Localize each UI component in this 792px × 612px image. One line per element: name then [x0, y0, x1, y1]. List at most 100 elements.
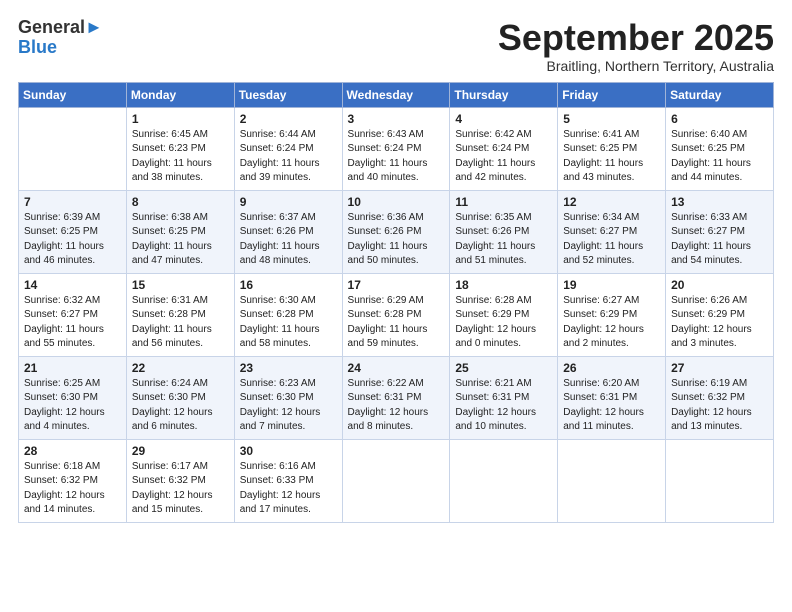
day-number: 3	[348, 112, 445, 126]
day-info: Sunrise: 6:44 AM Sunset: 6:24 PM Dayligh…	[240, 128, 337, 186]
day-info: Sunrise: 6:21 AM Sunset: 6:31 PM Dayligh…	[455, 377, 552, 435]
day-number: 22	[132, 361, 229, 375]
day-number: 6	[671, 112, 768, 126]
day-number: 11	[455, 195, 552, 209]
day-number: 16	[240, 278, 337, 292]
day-number: 26	[563, 361, 660, 375]
day-number: 17	[348, 278, 445, 292]
calendar-cell: 19 Sunrise: 6:27 AM Sunset: 6:29 PM Dayli…	[558, 273, 666, 356]
day-number: 8	[132, 195, 229, 209]
day-info: Sunrise: 6:24 AM Sunset: 6:30 PM Dayligh…	[132, 377, 229, 435]
calendar-title: September 2025	[498, 18, 774, 58]
day-info: Sunrise: 6:20 AM Sunset: 6:31 PM Dayligh…	[563, 377, 660, 435]
day-header-saturday: Saturday	[666, 82, 774, 107]
day-info: Sunrise: 6:32 AM Sunset: 6:27 PM Dayligh…	[24, 294, 121, 352]
day-info: Sunrise: 6:18 AM Sunset: 6:32 PM Dayligh…	[24, 460, 121, 518]
calendar-cell	[19, 107, 127, 190]
calendar-cell: 14 Sunrise: 6:32 AM Sunset: 6:27 PM Dayli…	[19, 273, 127, 356]
day-number: 9	[240, 195, 337, 209]
calendar-table: SundayMondayTuesdayWednesdayThursdayFrid…	[18, 82, 774, 523]
calendar-cell	[558, 439, 666, 522]
calendar-cell: 8 Sunrise: 6:38 AM Sunset: 6:25 PM Daylig…	[126, 190, 234, 273]
day-header-sunday: Sunday	[19, 82, 127, 107]
day-number: 28	[24, 444, 121, 458]
day-number: 18	[455, 278, 552, 292]
calendar-cell: 20 Sunrise: 6:26 AM Sunset: 6:29 PM Dayli…	[666, 273, 774, 356]
calendar-cell: 25 Sunrise: 6:21 AM Sunset: 6:31 PM Dayli…	[450, 356, 558, 439]
title-block: September 2025 Braitling, Northern Terri…	[498, 18, 774, 74]
day-number: 1	[132, 112, 229, 126]
calendar-cell: 5 Sunrise: 6:41 AM Sunset: 6:25 PM Daylig…	[558, 107, 666, 190]
calendar-cell: 12 Sunrise: 6:34 AM Sunset: 6:27 PM Dayli…	[558, 190, 666, 273]
day-info: Sunrise: 6:27 AM Sunset: 6:29 PM Dayligh…	[563, 294, 660, 352]
day-number: 5	[563, 112, 660, 126]
day-number: 19	[563, 278, 660, 292]
calendar-cell: 24 Sunrise: 6:22 AM Sunset: 6:31 PM Dayli…	[342, 356, 450, 439]
day-number: 24	[348, 361, 445, 375]
calendar-cell: 30Sunrise: 6:16 AM Sunset: 6:33 PM Dayli…	[234, 439, 342, 522]
day-info: Sunrise: 6:42 AM Sunset: 6:24 PM Dayligh…	[455, 128, 552, 186]
calendar-cell: 7Sunrise: 6:39 AM Sunset: 6:25 PM Daylig…	[19, 190, 127, 273]
day-number: 14	[24, 278, 121, 292]
logo: General► Blue	[18, 18, 103, 58]
calendar-header: SundayMondayTuesdayWednesdayThursdayFrid…	[19, 82, 774, 107]
day-info: Sunrise: 6:22 AM Sunset: 6:31 PM Dayligh…	[348, 377, 445, 435]
day-info: Sunrise: 6:35 AM Sunset: 6:26 PM Dayligh…	[455, 211, 552, 269]
days-header-row: SundayMondayTuesdayWednesdayThursdayFrid…	[19, 82, 774, 107]
calendar-week-row: 28 Sunrise: 6:18 AM Sunset: 6:32 PM Dayli…	[19, 439, 774, 522]
day-info: Sunrise: 6:23 AM Sunset: 6:30 PM Dayligh…	[240, 377, 337, 435]
day-number: 4	[455, 112, 552, 126]
day-info: Sunrise: 6:33 AM Sunset: 6:27 PM Dayligh…	[671, 211, 768, 269]
day-header-tuesday: Tuesday	[234, 82, 342, 107]
calendar-week-row: 1Sunrise: 6:45 AM Sunset: 6:23 PM Daylig…	[19, 107, 774, 190]
day-info: Sunrise: 6:38 AM Sunset: 6:25 PM Dayligh…	[132, 211, 229, 269]
calendar-cell: 28 Sunrise: 6:18 AM Sunset: 6:32 PM Dayli…	[19, 439, 127, 522]
day-info: Sunrise: 6:19 AM Sunset: 6:32 PM Dayligh…	[671, 377, 768, 435]
day-number: 27	[671, 361, 768, 375]
calendar-cell: 15Sunrise: 6:31 AM Sunset: 6:28 PM Dayli…	[126, 273, 234, 356]
day-header-wednesday: Wednesday	[342, 82, 450, 107]
calendar-cell	[342, 439, 450, 522]
day-info: Sunrise: 6:16 AM Sunset: 6:33 PM Dayligh…	[240, 460, 337, 518]
day-number: 7	[24, 195, 121, 209]
day-info: Sunrise: 6:25 AM Sunset: 6:30 PM Dayligh…	[24, 377, 121, 435]
day-header-monday: Monday	[126, 82, 234, 107]
logo-general: General	[18, 17, 85, 37]
header: General► Blue September 2025 Braitling, …	[18, 18, 774, 74]
calendar-cell: 10Sunrise: 6:36 AM Sunset: 6:26 PM Dayli…	[342, 190, 450, 273]
day-info: Sunrise: 6:26 AM Sunset: 6:29 PM Dayligh…	[671, 294, 768, 352]
calendar-cell: 27 Sunrise: 6:19 AM Sunset: 6:32 PM Dayli…	[666, 356, 774, 439]
calendar-body: 1Sunrise: 6:45 AM Sunset: 6:23 PM Daylig…	[19, 107, 774, 522]
calendar-cell: 9 Sunrise: 6:37 AM Sunset: 6:26 PM Daylig…	[234, 190, 342, 273]
calendar-subtitle: Braitling, Northern Territory, Australia	[498, 58, 774, 74]
calendar-cell: 26 Sunrise: 6:20 AM Sunset: 6:31 PM Dayli…	[558, 356, 666, 439]
day-info: Sunrise: 6:34 AM Sunset: 6:27 PM Dayligh…	[563, 211, 660, 269]
day-info: Sunrise: 6:29 AM Sunset: 6:28 PM Dayligh…	[348, 294, 445, 352]
day-info: Sunrise: 6:40 AM Sunset: 6:25 PM Dayligh…	[671, 128, 768, 186]
day-number: 29	[132, 444, 229, 458]
day-info: Sunrise: 6:36 AM Sunset: 6:26 PM Dayligh…	[348, 211, 445, 269]
calendar-cell: 4 Sunrise: 6:42 AM Sunset: 6:24 PM Daylig…	[450, 107, 558, 190]
calendar-cell: 22 Sunrise: 6:24 AM Sunset: 6:30 PM Dayli…	[126, 356, 234, 439]
calendar-cell: 16Sunrise: 6:30 AM Sunset: 6:28 PM Dayli…	[234, 273, 342, 356]
day-number: 25	[455, 361, 552, 375]
day-info: Sunrise: 6:37 AM Sunset: 6:26 PM Dayligh…	[240, 211, 337, 269]
day-info: Sunrise: 6:17 AM Sunset: 6:32 PM Dayligh…	[132, 460, 229, 518]
day-header-thursday: Thursday	[450, 82, 558, 107]
calendar-week-row: 7Sunrise: 6:39 AM Sunset: 6:25 PM Daylig…	[19, 190, 774, 273]
calendar-cell: 1Sunrise: 6:45 AM Sunset: 6:23 PM Daylig…	[126, 107, 234, 190]
day-number: 20	[671, 278, 768, 292]
day-info: Sunrise: 6:41 AM Sunset: 6:25 PM Dayligh…	[563, 128, 660, 186]
calendar-cell: 29 Sunrise: 6:17 AM Sunset: 6:32 PM Dayli…	[126, 439, 234, 522]
day-info: Sunrise: 6:28 AM Sunset: 6:29 PM Dayligh…	[455, 294, 552, 352]
calendar-cell: 17 Sunrise: 6:29 AM Sunset: 6:28 PM Dayli…	[342, 273, 450, 356]
day-number: 23	[240, 361, 337, 375]
calendar-cell: 13 Sunrise: 6:33 AM Sunset: 6:27 PM Dayli…	[666, 190, 774, 273]
calendar-week-row: 21Sunrise: 6:25 AM Sunset: 6:30 PM Dayli…	[19, 356, 774, 439]
day-header-friday: Friday	[558, 82, 666, 107]
day-number: 12	[563, 195, 660, 209]
calendar-cell: 21Sunrise: 6:25 AM Sunset: 6:30 PM Dayli…	[19, 356, 127, 439]
day-info: Sunrise: 6:43 AM Sunset: 6:24 PM Dayligh…	[348, 128, 445, 186]
day-number: 13	[671, 195, 768, 209]
calendar-week-row: 14 Sunrise: 6:32 AM Sunset: 6:27 PM Dayli…	[19, 273, 774, 356]
